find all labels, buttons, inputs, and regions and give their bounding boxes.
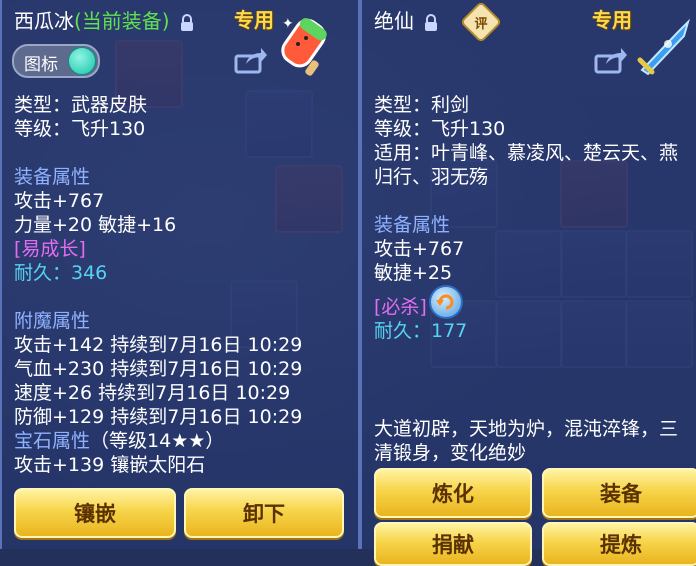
current-equip-tag: (当前装备) [74, 9, 170, 33]
suitable-line: 适用：叶青峰、慕凌风、楚云天、燕 [374, 142, 679, 164]
dedicated-label: 专用 [234, 8, 274, 32]
durability-line: 耐久：177 [374, 320, 468, 342]
enchant-title: 附魔属性 [14, 310, 91, 332]
review-badge-icon[interactable]: 评 [459, 0, 503, 44]
durability-line: 耐久：346 [14, 262, 108, 284]
description-line: 清锻身，变化绝妙 [374, 442, 527, 464]
enchant-line: 速度+26 持续到7月16日 10:29 [14, 382, 291, 404]
equip-button[interactable]: 装备 [542, 468, 696, 518]
refine-button[interactable]: 炼化 [374, 468, 532, 518]
item-title: 绝仙 [374, 10, 438, 32]
purify-button[interactable]: 提炼 [542, 522, 696, 566]
toggle-knob [68, 47, 96, 75]
type-line: 类型：武器皮肤 [14, 94, 148, 116]
lock-icon [180, 13, 193, 31]
icon-toggle-label: 图标 [24, 55, 58, 75]
icon-toggle[interactable]: 图标 [12, 44, 100, 78]
unequip-button[interactable]: 卸下 [184, 488, 344, 538]
suitable-line: 归行、羽无殇 [374, 166, 489, 188]
level-line: 等级：飞升130 [374, 118, 506, 140]
gem-title-row: 宝石属性（等级14★★） [14, 430, 224, 452]
enchant-line: 气血+230 持续到7月16日 10:29 [14, 358, 303, 380]
item-title: 西瓜冰(当前装备) [14, 10, 194, 32]
inlay-button[interactable]: 镶嵌 [14, 488, 176, 538]
item-name: 西瓜冰 [14, 9, 74, 33]
special-tag: [必杀] [374, 296, 427, 318]
special-tag: [易成长] [14, 238, 86, 260]
lock-icon [425, 13, 438, 31]
sword-icon [637, 18, 691, 76]
enchant-line: 攻击+142 持续到7月16日 10:29 [14, 334, 303, 356]
dedicated-label: 专用 [592, 8, 632, 32]
share-icon[interactable] [594, 46, 628, 74]
enchant-line: 防御+129 持续到7月16日 10:29 [14, 406, 303, 428]
type-line: 类型：利剑 [374, 94, 470, 116]
share-icon[interactable] [234, 46, 268, 74]
level-line: 等级：飞升130 [14, 118, 146, 140]
item-name: 绝仙 [374, 9, 414, 33]
str-agi-line: 力量+20 敏捷+16 [14, 214, 177, 236]
agi-line: 敏捷+25 [374, 262, 453, 284]
watermelon-popsicle-icon: ✦ [281, 16, 327, 76]
current-equipment-panel: 西瓜冰(当前装备) 专用 图标 ✦ 类型：武器皮肤 等级：飞升130 装备属性 … [0, 0, 360, 549]
description-line: 大道初辟，天地为炉，混沌淬锋，三 [374, 418, 679, 440]
compare-equipment-panel: 绝仙 评 专用 类型：利剑 等级：飞升130 适用：叶青峰、慕凌风、楚云天、燕 … [360, 0, 696, 566]
gem-line: 攻击+139 镶嵌太阳石 [14, 454, 206, 476]
gem-level: （等级14★★） [90, 430, 225, 452]
skill-refresh-icon[interactable] [429, 285, 463, 319]
equip-attr-title: 装备属性 [14, 166, 91, 188]
attack-line: 攻击+767 [374, 238, 465, 260]
donate-button[interactable]: 捐献 [374, 522, 532, 566]
attack-line: 攻击+767 [14, 190, 105, 212]
gem-title: 宝石属性 [14, 430, 91, 452]
equip-attr-title: 装备属性 [374, 214, 451, 236]
svg-text:✦: ✦ [282, 16, 294, 32]
